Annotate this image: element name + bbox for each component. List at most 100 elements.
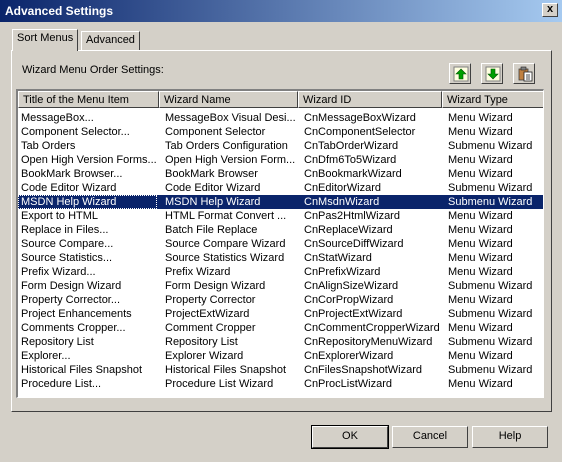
row-wizard-id: CnCorPropWizard bbox=[304, 294, 394, 306]
row-wizard-id: CnDfm6To5Wizard bbox=[304, 154, 397, 166]
row-title: Comments Cropper... bbox=[21, 322, 126, 334]
column-header-wizard-type[interactable]: Wizard Type bbox=[442, 91, 543, 108]
table-row[interactable]: Code Editor Wizard Code Editor Wizard CnEd… bbox=[18, 181, 543, 195]
row-wizard-type: Menu Wizard bbox=[448, 322, 513, 334]
row-wizard-type: Submenu Wizard bbox=[448, 280, 533, 292]
table-row[interactable]: Repository List Repository List CnReposito… bbox=[18, 335, 543, 349]
row-title: Procedure List... bbox=[21, 378, 102, 390]
help-button[interactable]: Help bbox=[472, 426, 548, 448]
row-wizard-id: CnSourceDiffWizard bbox=[304, 238, 404, 250]
row-wizard-id: CnAlignSizeWizard bbox=[304, 280, 399, 292]
row-title: Component Selector... bbox=[21, 126, 130, 138]
row-title: MessageBox... bbox=[21, 112, 94, 124]
row-wizard-type: Menu Wizard bbox=[448, 294, 513, 306]
row-wizard-type: Submenu Wizard bbox=[448, 196, 533, 208]
row-wizard-name: Batch File Replace bbox=[165, 224, 258, 236]
row-title: Replace in Files... bbox=[21, 224, 109, 236]
row-wizard-id: CnCommentCropperWizard bbox=[304, 322, 440, 334]
row-wizard-type: Menu Wizard bbox=[448, 210, 513, 222]
row-title: Repository List bbox=[21, 336, 94, 348]
table-row[interactable]: Comments Cropper... Comment Cropper CnComm… bbox=[18, 321, 543, 335]
paste-button[interactable] bbox=[513, 63, 535, 84]
table-row[interactable]: MessageBox... MessageBox Visual Desi... Cn… bbox=[18, 111, 543, 125]
row-title: Prefix Wizard... bbox=[21, 266, 96, 278]
row-wizard-id: CnEditorWizard bbox=[304, 182, 382, 194]
table-row[interactable]: Property Corrector... Property Corrector C… bbox=[18, 293, 543, 307]
move-down-button[interactable] bbox=[481, 63, 503, 84]
row-title: Source Statistics... bbox=[21, 252, 113, 264]
paste-icon bbox=[518, 66, 533, 82]
row-wizard-type: Submenu Wizard bbox=[448, 140, 533, 152]
tab-sort-menus[interactable]: Sort Menus bbox=[12, 29, 79, 51]
table-row[interactable]: Source Statistics... Source Statistics Wi… bbox=[18, 251, 543, 265]
row-wizard-type: Menu Wizard bbox=[448, 224, 513, 236]
row-wizard-id: CnMessageBoxWizard bbox=[304, 112, 416, 124]
row-wizard-name: Historical Files Snapshot bbox=[165, 364, 287, 376]
table-row[interactable]: Open High Version Forms... Open High Vers… bbox=[18, 153, 543, 167]
column-header-wizard-id[interactable]: Wizard ID bbox=[298, 91, 442, 108]
help-button-label: Help bbox=[498, 430, 522, 442]
row-wizard-id: CnMsdnWizard bbox=[304, 196, 380, 208]
cancel-button[interactable]: Cancel bbox=[392, 426, 468, 448]
row-title: Export to HTML bbox=[21, 210, 99, 222]
column-header-wizard-name[interactable]: Wizard Name bbox=[159, 91, 298, 108]
table-row[interactable]: Procedure List... Procedure List Wizard Cn… bbox=[18, 377, 543, 391]
row-title: Historical Files Snapshot bbox=[21, 364, 143, 376]
move-up-button[interactable] bbox=[449, 63, 471, 84]
table-row[interactable]: MSDN Help Wizard MSDN Help Wizard CnMsdnWi… bbox=[18, 195, 543, 209]
row-wizard-name: BookMark Browser bbox=[165, 168, 258, 180]
row-wizard-id: CnRepositoryMenuWizard bbox=[304, 336, 433, 348]
row-wizard-id: CnPrefixWizard bbox=[304, 266, 381, 278]
table-row[interactable]: Form Design Wizard Form Design Wizard CnAl… bbox=[18, 279, 543, 293]
row-title: BookMark Browser... bbox=[21, 168, 123, 180]
table-row[interactable]: Source Compare... Source Compare Wizard Cn… bbox=[18, 237, 543, 251]
row-wizard-type: Menu Wizard bbox=[448, 112, 513, 124]
table-row[interactable]: Historical Files Snapshot Historical File… bbox=[18, 363, 543, 377]
table-row[interactable]: Export to HTML HTML Format Convert ... CnP… bbox=[18, 209, 543, 223]
row-title: Open High Version Forms... bbox=[21, 154, 157, 166]
row-wizard-name: Code Editor Wizard bbox=[165, 182, 261, 194]
row-wizard-type: Menu Wizard bbox=[448, 266, 513, 278]
tab-sort-menus-label: Sort Menus bbox=[17, 32, 74, 44]
row-title: Project Enhancements bbox=[21, 308, 132, 320]
row-wizard-id: CnProjectExtWizard bbox=[304, 308, 403, 320]
row-wizard-type: Menu Wizard bbox=[448, 378, 513, 390]
row-wizard-id: CnBookmarkWizard bbox=[304, 168, 402, 180]
row-wizard-id: CnComponentSelector bbox=[304, 126, 416, 138]
row-wizard-name: MessageBox Visual Desi... bbox=[165, 112, 296, 124]
table-row[interactable]: Replace in Files... Batch File Replace CnR… bbox=[18, 223, 543, 237]
table-row[interactable]: Prefix Wizard... Prefix Wizard CnPrefixWiz… bbox=[18, 265, 543, 279]
row-wizard-id: CnStatWizard bbox=[304, 252, 372, 264]
table-row[interactable]: Component Selector... Component Selector C… bbox=[18, 125, 543, 139]
row-wizard-type: Menu Wizard bbox=[448, 238, 513, 250]
row-title: Source Compare... bbox=[21, 238, 114, 250]
tab-advanced-label: Advanced bbox=[86, 34, 135, 46]
table-row[interactable]: BookMark Browser... BookMark Browser CnBoo… bbox=[18, 167, 543, 181]
close-button[interactable]: x bbox=[542, 3, 558, 17]
ok-button[interactable]: OK bbox=[311, 425, 389, 449]
tab-advanced[interactable]: Advanced bbox=[81, 31, 140, 50]
column-header-title[interactable]: Title of the Menu Item bbox=[18, 91, 159, 108]
row-wizard-name: Open High Version Form... bbox=[165, 154, 296, 166]
table-row[interactable]: Project Enhancements ProjectExtWizard CnPr… bbox=[18, 307, 543, 321]
wizard-list[interactable]: Title of the Menu Item Wizard Name Wizar… bbox=[16, 89, 544, 398]
row-wizard-name: HTML Format Convert ... bbox=[165, 210, 287, 222]
move-down-icon bbox=[485, 66, 501, 82]
row-wizard-type: Submenu Wizard bbox=[448, 182, 533, 194]
table-row[interactable]: Tab Orders Tab Orders Configuration CnTabO… bbox=[18, 139, 543, 153]
row-wizard-name: ProjectExtWizard bbox=[165, 308, 250, 320]
row-wizard-name: Prefix Wizard bbox=[165, 266, 231, 278]
row-wizard-type: Menu Wizard bbox=[448, 350, 513, 362]
row-wizard-id: CnTabOrderWizard bbox=[304, 140, 399, 152]
row-wizard-type: Menu Wizard bbox=[448, 126, 513, 138]
window-title: Advanced Settings bbox=[5, 4, 114, 18]
row-wizard-id: CnPas2HtmlWizard bbox=[304, 210, 400, 222]
row-wizard-id: CnExplorerWizard bbox=[304, 350, 394, 362]
ok-button-label: OK bbox=[342, 430, 358, 442]
table-row[interactable]: Explorer... Explorer Wizard CnExplorerWiza… bbox=[18, 349, 543, 363]
row-wizard-name: Form Design Wizard bbox=[165, 280, 266, 292]
row-title: Form Design Wizard bbox=[21, 280, 122, 292]
row-wizard-name: MSDN Help Wizard bbox=[165, 196, 261, 208]
list-header: Title of the Menu Item Wizard Name Wizar… bbox=[18, 91, 543, 108]
row-wizard-id: CnProcListWizard bbox=[304, 378, 393, 390]
